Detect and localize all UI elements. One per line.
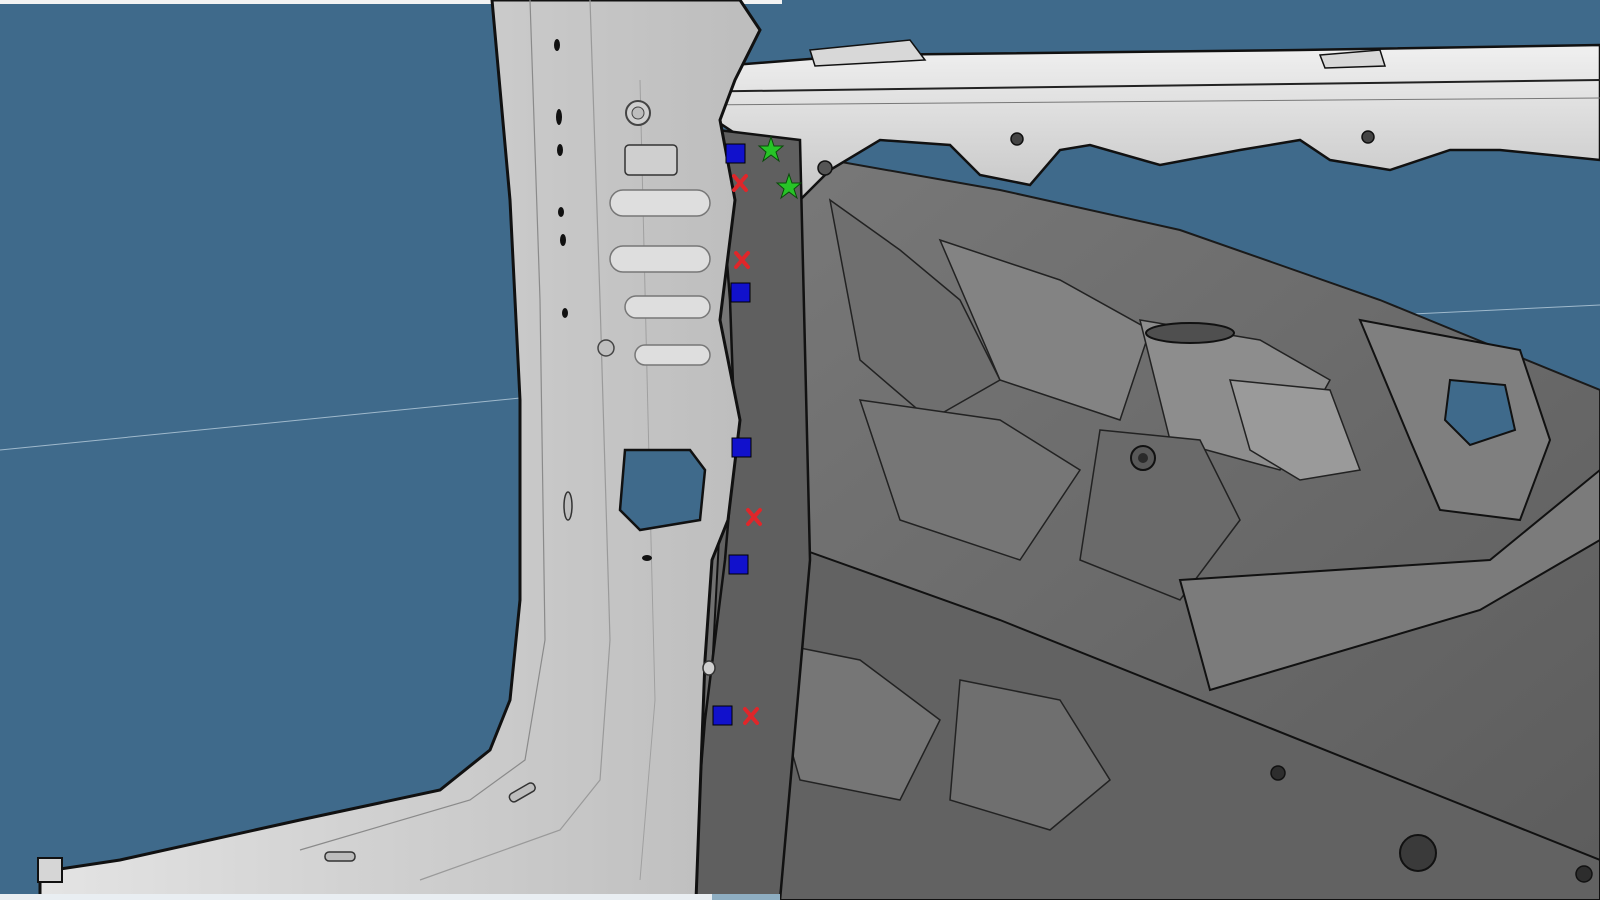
blue-square-marker-icon[interactable] bbox=[725, 143, 746, 164]
blue-square-marker-icon[interactable] bbox=[728, 554, 749, 575]
engine-bay-structure[interactable] bbox=[688, 148, 1600, 900]
blue-square-marker-icon[interactable] bbox=[730, 282, 751, 303]
horizon-line-left bbox=[0, 397, 521, 451]
3d-viewport[interactable] bbox=[0, 0, 1600, 900]
blue-square-marker-icon[interactable] bbox=[712, 705, 733, 726]
cad-model-canvas[interactable] bbox=[0, 0, 1600, 900]
viewport-bottom-border bbox=[0, 894, 712, 900]
viewport-bottom-border-accent bbox=[712, 894, 780, 900]
a-pillar-side-panel[interactable] bbox=[37, 0, 762, 900]
upper-cross-beam[interactable] bbox=[668, 39, 1600, 202]
blue-square-marker-icon[interactable] bbox=[731, 437, 752, 458]
